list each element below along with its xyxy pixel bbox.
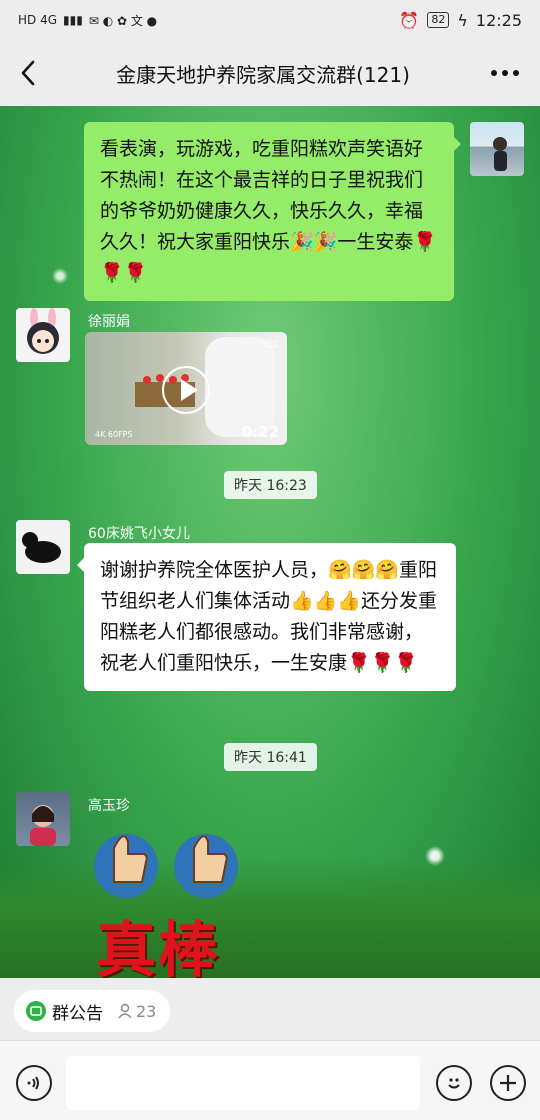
clock: 12:25 — [475, 10, 522, 30]
member-count-value: 23 — [136, 1001, 157, 1021]
avatar-woman-icon — [30, 805, 56, 846]
add-button[interactable] — [490, 1065, 526, 1101]
sender-name: 高玉珍 — [88, 798, 130, 814]
sender-avatar[interactable] — [16, 520, 70, 574]
alarm-icon: ⏰ — [399, 10, 420, 30]
more-button[interactable] — [470, 40, 540, 106]
voice-button[interactable] — [16, 1065, 52, 1101]
status-right: ⏰ 82 ϟ 12:25 — [399, 11, 522, 30]
message-input[interactable] — [66, 1056, 420, 1110]
sender-avatar[interactable] — [16, 308, 70, 362]
member-count: 23 — [117, 1002, 156, 1021]
chat-area[interactable]: 看表演，玩游戏，吃重阳糕欢声笑语好不热闹！在这个最吉祥的日子里祝我们的爷爷奶奶健… — [0, 106, 540, 978]
notification-icons: ✉ ◐ ✿ 文 ● — [88, 13, 158, 28]
charging-icon: ϟ — [457, 10, 468, 30]
sticker-message[interactable]: 真棒 — [88, 818, 248, 978]
my-avatar[interactable] — [470, 122, 524, 176]
timestamp: 昨天 16:23 — [224, 471, 317, 499]
message-text: 看表演，玩游戏，吃重阳糕欢声笑语好不热闹！在这个最吉祥的日子里祝我们的爷爷奶奶健… — [100, 138, 437, 284]
emoji-icon — [448, 1078, 460, 1089]
notice-label: 群公告 — [52, 1003, 103, 1024]
emoji-button[interactable] — [436, 1065, 472, 1101]
video-badge: 4K 60FPS — [95, 430, 133, 439]
status-left: HD 4G ▮▮▮ ✉ ◐ ✿ 文 ● — [18, 12, 157, 29]
thumbs-up-icon — [94, 834, 238, 898]
back-button[interactable] — [0, 40, 56, 106]
input-bar — [0, 1040, 540, 1120]
chevron-left-icon — [21, 60, 35, 86]
sender-name: 徐丽娟 — [88, 314, 130, 330]
message-bubble[interactable]: 谢谢护养院全体医护人员，🤗🤗🤗重阳节组织老人们集体活动👍👍👍还分发重阳糕老人们都… — [77, 543, 456, 691]
signal-icon: ▮▮▮ — [63, 13, 83, 27]
background-grass — [0, 858, 540, 978]
avatar-dog-icon — [22, 532, 61, 563]
group-notice-chip[interactable]: 群公告 23 — [14, 990, 171, 1032]
chat-title: 金康天地护养院家属交流群(121) — [116, 62, 410, 87]
status-bar: HD 4G ▮▮▮ ✉ ◐ ✿ 文 ● ⏰ 82 ϟ 12:25 — [0, 0, 540, 40]
plus-icon — [500, 1075, 516, 1091]
network-indicator: HD 4G — [18, 13, 58, 27]
notice-icon — [26, 1001, 46, 1021]
person-icon — [493, 137, 507, 171]
message-text: 谢谢护养院全体医护人员，🤗🤗🤗重阳节组织老人们集体活动👍👍👍还分发重阳糕老人们都… — [100, 559, 437, 674]
battery-indicator: 82 — [427, 12, 450, 28]
voice-icon — [27, 1076, 39, 1090]
rec-indicator: REC — [260, 340, 279, 350]
timestamp: 昨天 16:41 — [224, 743, 317, 771]
sticker-text: 真棒 — [96, 916, 220, 978]
chat-header: 金康天地护养院家属交流群(121) — [0, 40, 540, 106]
video-message[interactable]: REC 4K 60FPS 0:22 — [85, 332, 287, 445]
person-icon — [118, 1003, 132, 1019]
sender-name: 60床姚飞小女儿 — [88, 526, 190, 542]
more-icon — [491, 70, 519, 76]
video-duration: 0:22 — [241, 423, 279, 441]
play-icon[interactable] — [162, 366, 210, 414]
avatar-girl-icon — [27, 308, 59, 354]
sender-avatar[interactable] — [16, 792, 70, 846]
message-bubble[interactable]: 看表演，玩游戏，吃重阳糕欢声笑语好不热闹！在这个最吉祥的日子里祝我们的爷爷奶奶健… — [84, 122, 461, 301]
